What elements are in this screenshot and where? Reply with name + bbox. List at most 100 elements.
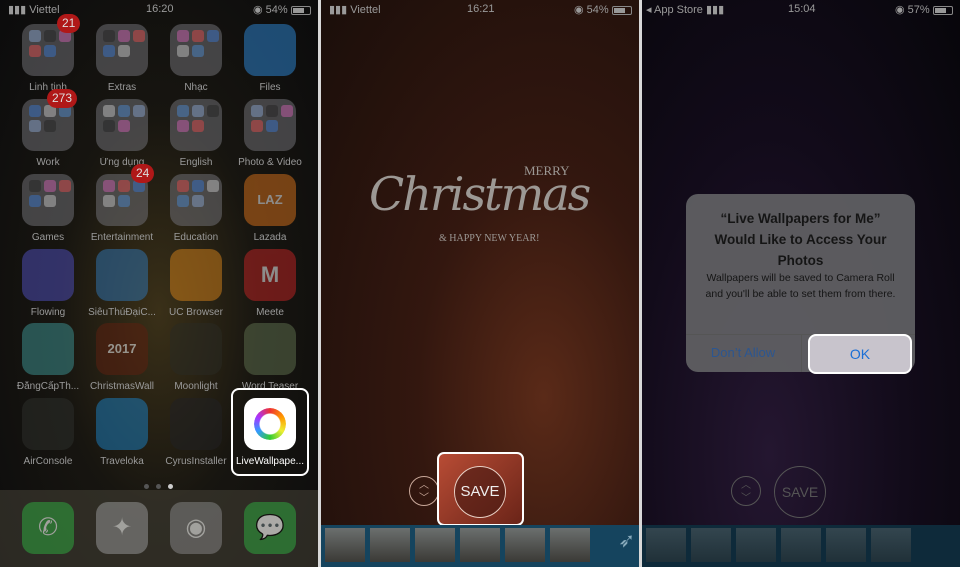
folder-education[interactable]: Education xyxy=(159,174,233,243)
ad-banner[interactable] xyxy=(642,525,960,567)
status-bar: ▮▮▮ Viettel 16:21 ◉ 54% xyxy=(321,0,639,18)
app-label: Education xyxy=(173,232,219,243)
app-icon xyxy=(22,249,74,301)
app-glyph: LAZ xyxy=(257,192,283,207)
folder-icon xyxy=(244,99,296,151)
wallpaper-preview-panel: ▮▮▮ Viettel 16:21 ◉ 54% MERRY Christmas … xyxy=(321,0,639,567)
new-year-text: & HAPPY NEW YEAR! xyxy=(439,233,540,244)
divider xyxy=(318,0,321,567)
ok-button[interactable]: OK xyxy=(808,334,912,374)
save-button[interactable]: SAVE xyxy=(774,466,826,518)
app-traveloka[interactable]: Traveloka xyxy=(85,398,159,467)
folder-work[interactable]: 273 Work xyxy=(11,89,85,168)
app-label: Lazada xyxy=(253,232,287,243)
app-label: Flowing xyxy=(30,307,66,318)
carrier: ▮▮▮ Viettel xyxy=(329,4,381,16)
app-label: ChristmasWall xyxy=(89,381,155,392)
app-glyph: 2017 xyxy=(107,341,137,356)
notification-badge: 24 xyxy=(131,164,155,183)
app-label: Entertainment xyxy=(90,232,154,243)
toggle-updown-button[interactable]: ︿ ﹀ xyxy=(409,476,439,506)
app-icon xyxy=(22,323,74,375)
folder-games[interactable]: Games xyxy=(11,174,85,243)
app-icon xyxy=(170,398,222,450)
dock-camera-icon[interactable]: ◉ xyxy=(170,502,222,554)
battery: ◉ 57% xyxy=(895,3,953,16)
app-moonlight[interactable]: Moonlight xyxy=(159,323,233,392)
app-lazada[interactable]: LAZ Lazada xyxy=(233,174,307,243)
app-label: AirConsole xyxy=(23,456,73,467)
app-airconsole[interactable]: AirConsole xyxy=(11,398,85,467)
time: 16:21 xyxy=(467,3,495,15)
folder-photo-video[interactable]: Photo & Video xyxy=(233,99,307,168)
battery: ◉ 54% xyxy=(574,3,632,16)
livewallpaper-highlight xyxy=(231,388,309,476)
app-icon: 2017 xyxy=(96,323,148,375)
app-icon xyxy=(244,323,296,375)
dock: ✆ ✦ ◉ 💬 xyxy=(0,490,318,567)
dock-messages-icon[interactable]: 💬 xyxy=(244,502,296,554)
folder-icon xyxy=(170,174,222,226)
app-label: Files xyxy=(259,82,281,93)
app-label: Traveloka xyxy=(100,456,144,467)
app-icon xyxy=(96,249,148,301)
app-uc-browser[interactable]: UC Browser xyxy=(159,249,233,318)
app-glyph: M xyxy=(260,262,280,287)
time: 15:04 xyxy=(788,3,816,15)
app-label: Work xyxy=(36,157,60,168)
folder-extras[interactable]: Extras xyxy=(85,24,159,93)
alert-title: “Live Wallpapers for Me” Would Like to A… xyxy=(714,211,887,268)
folder-english[interactable]: English xyxy=(159,99,233,168)
dont-allow-button[interactable]: Don’t Allow xyxy=(686,334,800,372)
app-label: UC Browser xyxy=(169,307,223,318)
folder-icon xyxy=(170,24,222,76)
app-files[interactable]: Files xyxy=(233,24,307,93)
toggle-updown-button[interactable]: ︿ ﹀ xyxy=(731,476,761,506)
back-to-app-store[interactable]: ◂ App Store ▮▮▮ xyxy=(646,3,724,16)
folder-icon xyxy=(170,99,222,151)
app--ngc-pth-[interactable]: ĐẳngCấpTh... xyxy=(11,323,85,392)
app-label: Nhạc xyxy=(184,82,208,93)
app-label: CyrusInstaller xyxy=(165,456,227,467)
folder-icon xyxy=(96,99,148,151)
app-christmaswall[interactable]: 2017 ChristmasWall xyxy=(85,323,159,392)
permission-panel: ◂ App Store ▮▮▮ 15:04 ◉ 57% “Live Wallpa… xyxy=(642,0,960,567)
wallpaper-image: MERRY Christmas & HAPPY NEW YEAR! xyxy=(361,145,591,255)
divider xyxy=(639,0,642,567)
app-icon xyxy=(22,398,74,450)
save-button[interactable]: SAVE xyxy=(454,466,506,518)
app-label: Meete xyxy=(256,307,284,318)
alert-message: Wallpapers will be saved to Camera Roll … xyxy=(705,272,896,300)
app-label: Photo & Video xyxy=(238,157,302,168)
app-label: Moonlight xyxy=(174,381,218,392)
folder-entertainment[interactable]: 24 Entertainment xyxy=(85,164,159,243)
app-icon: LAZ xyxy=(244,174,296,226)
battery: ◉ 54% xyxy=(253,3,311,16)
notification-badge: 273 xyxy=(47,89,78,108)
dock-safari-icon[interactable]: ✦ xyxy=(96,502,148,554)
folder-linh-tinh[interactable]: 21 Linh tinh xyxy=(11,14,85,93)
folder-icon xyxy=(96,24,148,76)
app-flowing[interactable]: Flowing xyxy=(11,249,85,318)
status-bar: ▮▮▮ Viettel 16:20 ◉ 54% xyxy=(0,0,318,18)
app-meete[interactable]: M Meete xyxy=(233,249,307,318)
app-label: Extras xyxy=(107,82,137,93)
dock-phone-icon[interactable]: ✆ xyxy=(22,502,74,554)
app-icon xyxy=(170,249,222,301)
status-bar: ◂ App Store ▮▮▮ 15:04 ◉ 57% xyxy=(642,0,960,18)
app-word-teaser[interactable]: Word Teaser xyxy=(233,323,307,392)
home-screen-panel: ▮▮▮ Viettel 16:20 ◉ 54% 21 Linh tinh Extra… xyxy=(0,0,318,567)
app-icon xyxy=(170,323,222,375)
folder-icon xyxy=(22,174,74,226)
christmas-text: Christmas xyxy=(369,167,591,221)
ad-banner[interactable]: ➶ xyxy=(321,525,639,567)
folder--ng-d-ng[interactable]: Ứng dụng xyxy=(85,99,159,168)
app-label: ĐẳngCấpTh... xyxy=(16,381,80,392)
app-icon: M xyxy=(244,249,296,301)
app-si-uth-ic-[interactable]: SiêuThúĐạiC... xyxy=(85,249,159,318)
app-label: Games xyxy=(31,232,65,243)
app-cyrusinstaller[interactable]: CyrusInstaller xyxy=(159,398,233,467)
carrier: ▮▮▮ Viettel xyxy=(8,4,60,16)
folder-nh-c[interactable]: Nhạc xyxy=(159,24,233,93)
app-icon xyxy=(244,24,296,76)
